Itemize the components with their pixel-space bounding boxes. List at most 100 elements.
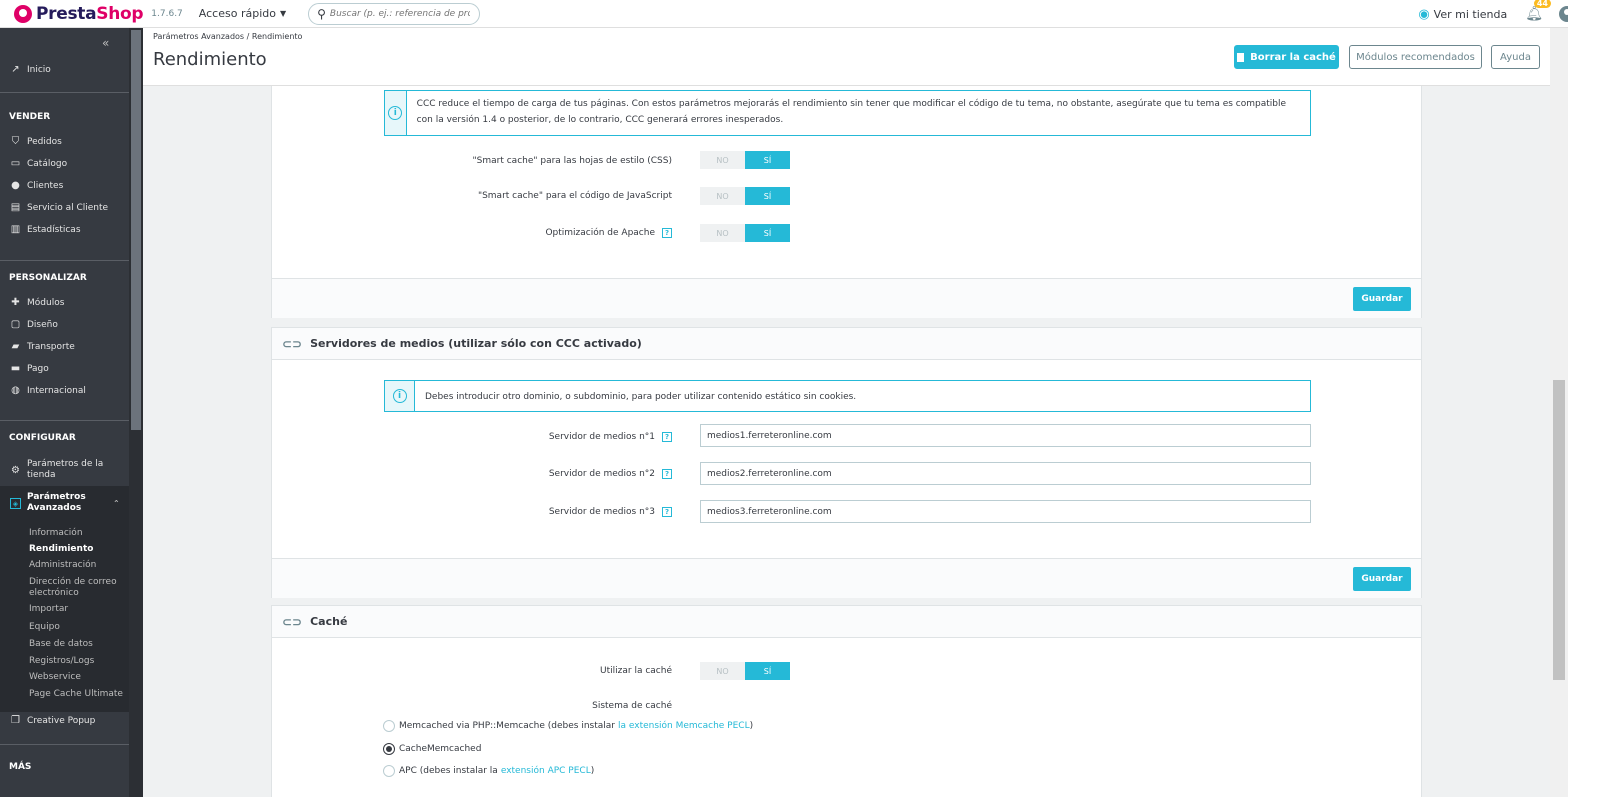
view-shop-link[interactable]: ◉ Ver mi tienda (1418, 7, 1507, 22)
sidebar-item-customer-service[interactable]: ▤ Servicio al Cliente (10, 202, 128, 213)
switch-yes[interactable]: SÍ (745, 662, 790, 680)
ccc-save-button[interactable]: Guardar (1353, 287, 1411, 311)
sidebar-item-stats[interactable]: ▥ Estadísticas (10, 224, 128, 235)
logo-text-presta: Presta (36, 3, 97, 24)
cache-option-apc[interactable]: APC (debes instalar la extensión APC PEC… (383, 765, 594, 777)
sidebar-item-design[interactable]: ▢ Diseño (10, 319, 128, 330)
help-button[interactable]: Ayuda (1491, 45, 1540, 69)
sidebar-item-label: Diseño (27, 319, 58, 330)
chevron-down-icon: ▼ (279, 9, 287, 18)
switch-no[interactable]: NO (700, 187, 745, 205)
trending-up-icon: ↗ (11, 64, 20, 75)
sidebar-item-label: Creative Popup (27, 715, 96, 726)
link-icon: ⊂⊃ (282, 336, 303, 351)
sidebar-item-label: Internacional (27, 385, 86, 396)
search-input[interactable] (329, 8, 470, 19)
sidebar-item-advanced-parameters[interactable]: ◈ Parámetros Avanzados ⌃ (10, 492, 128, 514)
sidebar-item-customers[interactable]: ● Clientes (10, 180, 128, 191)
link-icon: ⊂⊃ (282, 614, 303, 629)
sidebar-section-sell: VENDER (9, 112, 51, 122)
notifications-badge: 44 (1533, 0, 1551, 8)
use-cache-switch[interactable]: NO SÍ (700, 662, 790, 680)
sidebar-item-shop-parameters[interactable]: ⚙ Parámetros de la tienda (10, 459, 128, 481)
sidebar-item-modules[interactable]: ✚ Módulos (10, 297, 128, 308)
sidebar-subitem-webservice[interactable]: Webservice (29, 672, 124, 683)
sidebar-item-catalog[interactable]: ▭ Catálogo (10, 158, 128, 169)
cache-option-memcache[interactable]: Memcached via PHP::Memcache (debes insta… (383, 720, 753, 732)
sidebar-item-creative-popup[interactable]: ❐ Creative Popup (10, 715, 128, 726)
search-box[interactable]: ⚲ (308, 2, 481, 25)
sidebar-subitem-performance[interactable]: Rendimiento (29, 544, 124, 555)
media-server-2-input[interactable] (700, 462, 1311, 485)
radio-cachememcached[interactable] (383, 743, 395, 755)
sidebar-item-orders[interactable]: ⛉ Pedidos (10, 136, 128, 147)
sidebar-subitem-email[interactable]: Dirección de correo electrónico (29, 577, 124, 599)
content-scrollbar-thumb[interactable] (1553, 380, 1565, 680)
help-icon[interactable]: ? (662, 468, 672, 479)
sidebar-section-personalize: PERSONALIZAR (9, 273, 87, 283)
media-save-button[interactable]: Guardar (1353, 567, 1411, 591)
switch-yes[interactable]: SÍ (745, 224, 790, 242)
smart-cache-css-label: "Smart cache" para las hojas de estilo (… (472, 156, 673, 166)
media-server-3-label: Servidor de medios n°3? (272, 500, 672, 523)
clear-cache-button[interactable]: Borrar la caché (1234, 45, 1339, 69)
switch-yes[interactable]: SÍ (745, 187, 790, 205)
sidebar-item-international[interactable]: ◍ Internacional (10, 385, 128, 396)
media-servers-title: Servidores de medios (utilizar sólo con … (310, 337, 642, 350)
cache-title: Caché (310, 615, 348, 628)
help-icon[interactable]: ? (662, 228, 672, 238)
help-icon[interactable]: ? (662, 506, 672, 517)
top-header: PrestaShop 1.7.6.7 Acceso rápido ▼ ⚲ ◉ V… (0, 0, 1599, 28)
sidebar-scrollbar-thumb[interactable] (131, 30, 141, 430)
sidebar-scrollbar[interactable] (129, 28, 143, 797)
switch-no[interactable]: NO (700, 151, 745, 169)
switch-yes[interactable]: SÍ (745, 151, 790, 169)
media-server-3-input[interactable] (700, 500, 1311, 523)
media-server-2-label: Servidor de medios n°2? (272, 462, 672, 485)
prestashop-logo[interactable]: PrestaShop (14, 3, 144, 24)
sidebar-subitem-team[interactable]: Equipo (29, 622, 124, 633)
sidebar-item-label: Parámetros de la tienda (27, 459, 104, 480)
breadcrumb: Parámetros Avanzados / Rendimiento (153, 32, 303, 41)
sidebar-subitem-page-cache-ultimate[interactable]: Page Cache Ultimate (29, 689, 124, 700)
ccc-info-alert: i CCC reduce el tiempo de carga de tus p… (384, 90, 1311, 136)
smart-cache-js-label: "Smart cache" para el código de JavaScri… (477, 191, 672, 201)
info-icon-wrap: i (385, 381, 415, 411)
switch-no[interactable]: NO (700, 662, 745, 680)
memcache-pecl-link[interactable]: la extensión Memcache PECL (618, 721, 750, 731)
notifications-button[interactable]: 🔔︎ 44 (1525, 0, 1551, 22)
sidebar-item-payment[interactable]: ▬ Pago (10, 363, 128, 374)
user-circle-icon: ● (11, 180, 20, 191)
quick-access-dropdown[interactable]: Acceso rápido ▼ (199, 7, 286, 20)
smart-cache-css-switch[interactable]: NO SÍ (700, 151, 790, 169)
sidebar-item-home[interactable]: ↗ Inicio (10, 64, 128, 75)
version-label: 1.7.6.7 (151, 8, 183, 19)
apache-optimization-switch[interactable]: NO SÍ (700, 224, 790, 242)
quick-access-label: Acceso rápido (198, 7, 276, 20)
smart-cache-js-switch[interactable]: NO SÍ (700, 187, 790, 205)
cache-option-cachememcached[interactable]: CacheMemcached (383, 743, 481, 755)
apc-pecl-link[interactable]: extensión APC PECL (501, 766, 591, 776)
switch-no[interactable]: NO (700, 224, 745, 242)
bar-chart-icon: ▥ (10, 224, 21, 235)
sidebar-item-shipping[interactable]: ▰ Transporte (10, 341, 128, 352)
help-icon[interactable]: ? (662, 431, 672, 442)
content-scrollbar[interactable] (1550, 28, 1568, 797)
sidebar-subitem-database[interactable]: Base de datos (29, 639, 124, 650)
radio-apc[interactable] (383, 765, 395, 777)
breadcrumb-parent[interactable]: Parámetros Avanzados (153, 32, 244, 41)
media-server-1-label: Servidor de medios n°1? (272, 425, 672, 448)
sidebar-subitem-logs[interactable]: Registros/Logs (29, 656, 124, 667)
radio-memcache[interactable] (383, 720, 395, 732)
sidebar-subitem-import[interactable]: Importar (29, 604, 124, 615)
sidebar-item-label: Catálogo (27, 158, 68, 169)
sidebar-subitem-information[interactable]: Información (29, 528, 124, 539)
info-icon: i (388, 106, 403, 120)
recommended-modules-button[interactable]: Módulos recomendados (1349, 45, 1482, 69)
ccc-panel-footer: Guardar (272, 278, 1421, 318)
logo-text-shop: Shop (96, 3, 144, 24)
media-server-1-input[interactable] (700, 424, 1311, 447)
collapse-sidebar-icon[interactable]: « (102, 36, 109, 50)
sidebar-subitem-administration[interactable]: Administración (29, 560, 124, 571)
page-header: Parámetros Avanzados / Rendimiento Rendi… (143, 28, 1550, 86)
